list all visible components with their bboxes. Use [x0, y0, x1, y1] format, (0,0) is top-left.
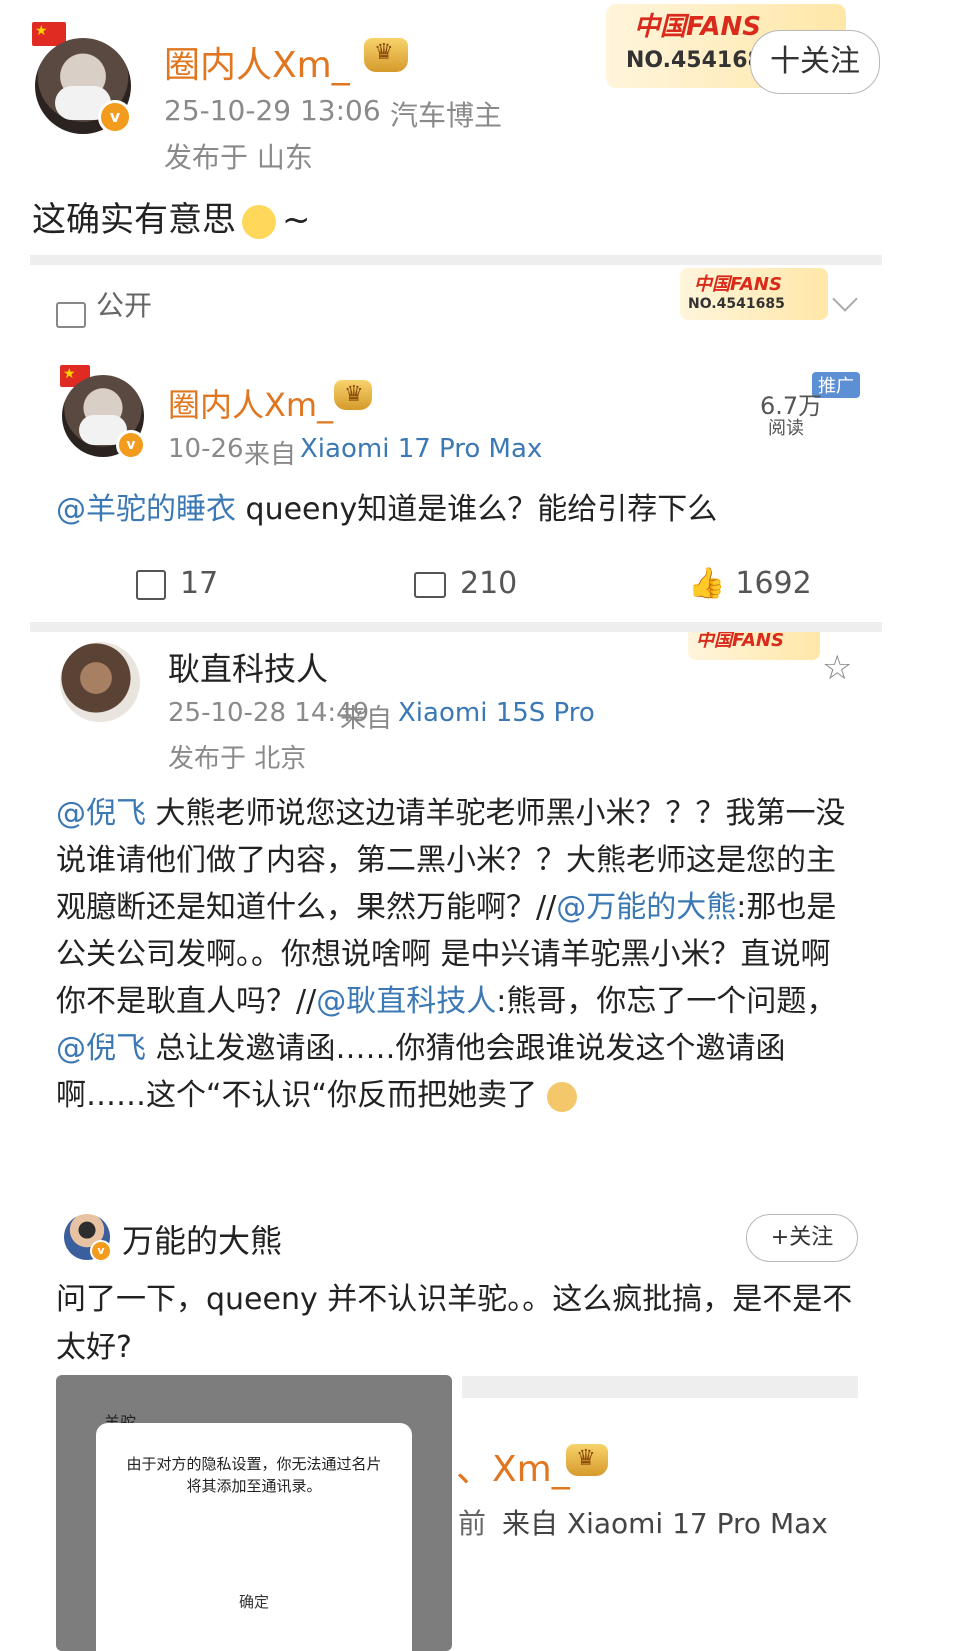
verified-badge-icon: v — [116, 430, 146, 460]
quoted-content-text: queeny知道是谁么？能给引荐下么 — [236, 492, 718, 527]
mention-link[interactable]: @万能的大熊 — [556, 890, 736, 925]
post-location: 发布于 山东 — [164, 141, 313, 174]
doge-emoji-icon — [546, 1081, 577, 1112]
crown-badge-icon — [364, 38, 408, 72]
like-count: 1692 — [735, 566, 812, 601]
confused-emoji-icon — [242, 204, 276, 239]
lock-icon — [56, 301, 86, 328]
partial-source: 来自 Xiaomi 17 Pro Max — [502, 1507, 828, 1540]
crown-badge-icon — [566, 1444, 608, 1476]
visibility-row: 公开 — [56, 284, 153, 328]
post-content: 这确实有意思 ~ — [32, 196, 311, 244]
like-button[interactable]: 👍 1692 — [688, 566, 812, 601]
privacy-dialog: 由于对方的隐私设置，你无法通过名片将其添加至通讯录。 确定 — [96, 1423, 412, 1651]
fans-badge-small: 中国FANS NO.4541685 — [680, 268, 828, 320]
divider — [30, 255, 882, 265]
partial-author-name[interactable]: 、Xm_ — [456, 1440, 570, 1492]
dialog-text: 由于对方的隐私设置，你无法通过名片将其添加至通讯录。 — [126, 1455, 382, 1495]
repost-location: 发布于 北京 — [168, 744, 307, 774]
verified-badge-icon: v — [98, 100, 132, 134]
repost-content: @倪飞 大熊老师说您这边请羊驼老师黑小米？？？我第一没说谁请他们做了内容，第二黑… — [56, 790, 856, 1119]
repost-count: 17 — [180, 566, 219, 601]
repost-icon — [136, 569, 166, 600]
mention-link[interactable]: @羊驼的睡衣 — [56, 492, 236, 527]
fans-badge-partial: 中国FANS — [688, 632, 820, 660]
divider — [30, 622, 882, 632]
repost-source-device[interactable]: Xiaomi 15S Pro — [398, 698, 595, 728]
author-role: 汽车博主 — [390, 99, 503, 132]
quoted-source-prefix: 来自 — [244, 440, 297, 470]
follow-button[interactable]: +关注 — [746, 1214, 858, 1262]
author-name[interactable]: 圈内人Xm_ — [164, 36, 350, 88]
mention-link[interactable]: @倪飞 — [56, 796, 146, 831]
repost-text: :熊哥，你忘了一个问题， — [496, 984, 837, 1019]
fans-badge-small-title: 中国FANS — [694, 274, 782, 295]
quoted-date: 10-26 — [168, 434, 244, 464]
repost-button[interactable]: 17 — [136, 566, 218, 601]
post-timestamp: 25-10-29 13:06 — [164, 94, 381, 127]
post-content-text: 这确实有意思 — [32, 200, 236, 240]
post-content-suffix: ~ — [282, 200, 311, 240]
fans-badge-title: 中国FANS — [634, 12, 762, 42]
screenshot-image[interactable]: 羊驼 由于对方的隐私设置，你无法通过名片将其添加至通讯录。 确定 — [56, 1375, 452, 1651]
repost-source-prefix: 来自 — [340, 704, 393, 734]
fans-badge-small-number: NO.4541685 — [688, 296, 785, 312]
quoted-content: @羊驼的睡衣 queeny知道是谁么？能给引荐下么 — [56, 484, 717, 528]
partial-strip — [462, 1376, 858, 1398]
follow-button[interactable]: 十关注 — [750, 30, 880, 94]
visibility-label: 公开 — [96, 289, 153, 322]
read-label: 阅读 — [768, 418, 804, 439]
crown-badge-icon — [334, 380, 372, 410]
quoted-source-device[interactable]: Xiaomi 17 Pro Max — [300, 434, 542, 464]
repost-text: 总让发邀请函……你猜他会跟谁说发这个邀请函啊……这个“不认识“你反而把她卖了 — [56, 1031, 786, 1113]
mention-link[interactable]: @耿直科技人 — [316, 984, 496, 1019]
fans-badge-partial-title: 中国FANS — [696, 632, 784, 651]
comment-count: 210 — [460, 566, 518, 601]
comment-button[interactable]: 210 — [414, 566, 517, 601]
star-icon[interactable]: ☆ — [822, 648, 852, 688]
partial-time: 前 — [458, 1507, 487, 1540]
verified-badge-icon: v — [90, 1240, 112, 1262]
quoted-author-name[interactable]: 圈内人Xm_ — [168, 380, 333, 426]
comment-icon — [414, 571, 446, 598]
chevron-down-icon[interactable] — [832, 286, 858, 312]
fans-badge-number: NO.454168 — [626, 48, 763, 73]
thumbs-up-icon: 👍 — [688, 566, 726, 601]
dialog-confirm-button[interactable]: 确定 — [96, 1591, 412, 1612]
nested-author-name[interactable]: 万能的大熊 — [122, 1216, 282, 1262]
avatar[interactable] — [60, 642, 140, 722]
nested-content: 问了一下，queeny 并不认识羊驼。。这么疯批搞，是不是不太好? — [56, 1282, 853, 1365]
repost-author-name[interactable]: 耿直科技人 — [168, 644, 328, 690]
mention-link[interactable]: @倪飞 — [56, 1031, 146, 1066]
